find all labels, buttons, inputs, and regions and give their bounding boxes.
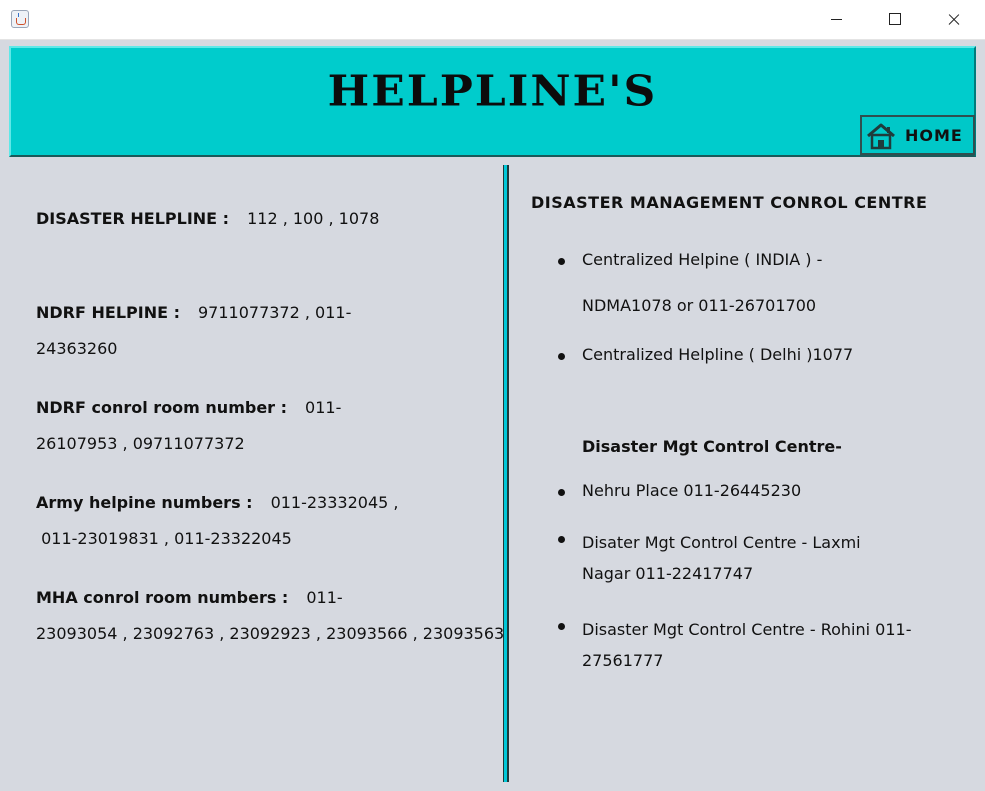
item-text-continued: NDMA1078 or 011-26701700 bbox=[582, 296, 817, 315]
item-text-continued: Nagar 011-22417747 bbox=[582, 564, 754, 583]
bullet-icon bbox=[558, 353, 565, 360]
list-item: Army helpine numbers : 011-23332045 , 011… bbox=[36, 485, 506, 557]
entry-value: 112 , 100 , 1078 bbox=[247, 209, 380, 228]
panel-divider bbox=[503, 165, 509, 782]
item-text-continued: 27561777 bbox=[582, 651, 664, 670]
subheading: Disaster Mgt Control Centre- bbox=[582, 437, 842, 456]
list-item: Nehru Place 011-26445230 bbox=[582, 480, 932, 502]
entry-value-continued: 011-23019831 , 011-23322045 bbox=[36, 529, 292, 548]
entry-value: 011- bbox=[306, 588, 343, 607]
list-item: Disaster Mgt Control Centre - Rohini 011… bbox=[582, 614, 932, 676]
entry-label: NDRF conrol room number : bbox=[36, 398, 288, 417]
bullet-icon bbox=[558, 258, 565, 265]
maximize-button[interactable] bbox=[866, 0, 924, 39]
item-text: Nehru Place 011-26445230 bbox=[582, 481, 802, 500]
title-bar bbox=[0, 0, 985, 40]
section-title: DISASTER MANAGEMENT CONROL CENTRE bbox=[531, 193, 928, 212]
entry-value: 011-23332045 , bbox=[270, 493, 399, 512]
item-text: Centralized Helpine ( INDIA ) - bbox=[582, 250, 823, 269]
entry-label: NDRF HELPINE : bbox=[36, 303, 180, 322]
list-item: MHA conrol room numbers : 011- 23093054 ,… bbox=[36, 580, 506, 652]
list-item: Centralized Helpine ( INDIA ) - NDMA1078… bbox=[582, 249, 932, 317]
list-item: NDRF HELPINE : 9711077372 , 011- 24363260 bbox=[36, 295, 506, 367]
home-button[interactable]: HOME bbox=[860, 115, 975, 155]
entry-value-continued: 26107953 , 09711077372 bbox=[36, 434, 245, 453]
close-button[interactable] bbox=[924, 0, 982, 39]
entry-value-continued: 23093054 , 23092763 , 23092923 , 2309356… bbox=[36, 624, 505, 643]
entry-value: 011- bbox=[305, 398, 342, 417]
bullet-icon bbox=[558, 536, 565, 543]
entry-label: Army helpine numbers : bbox=[36, 493, 253, 512]
list-item: NDRF conrol room number : 011- 26107953 ,… bbox=[36, 390, 506, 462]
list-item: DISASTER HELPLINE : 112 , 100 , 1078 bbox=[36, 201, 506, 237]
entry-label: DISASTER HELPLINE : bbox=[36, 209, 230, 228]
page-title: HELPLINE'S bbox=[327, 67, 658, 116]
list-item: Centralized Helpline ( Delhi )1077 bbox=[582, 344, 932, 366]
item-text: Disaster Mgt Control Centre - Rohini 011… bbox=[582, 620, 912, 639]
home-icon bbox=[867, 123, 895, 150]
item-text: Disater Mgt Control Centre - Laxmi bbox=[582, 533, 861, 552]
item-text: Centralized Helpline ( Delhi )1077 bbox=[582, 345, 854, 364]
list-item: Disater Mgt Control Centre - Laxmi Nagar… bbox=[582, 527, 932, 589]
bullet-icon bbox=[558, 623, 565, 630]
entry-label: MHA conrol room numbers : bbox=[36, 588, 289, 607]
header-banner: HELPLINE'S HOME bbox=[9, 46, 976, 157]
entry-value-continued: 24363260 bbox=[36, 339, 118, 358]
bullet-icon bbox=[558, 489, 565, 496]
home-button-label: HOME bbox=[905, 126, 963, 145]
entry-value: 9711077372 , 011- bbox=[197, 303, 352, 322]
minimize-button[interactable] bbox=[808, 0, 866, 39]
java-cup-icon bbox=[11, 10, 29, 28]
app-window: HELPLINE'S HOME DISASTER HELPLINE : 112 ,… bbox=[0, 0, 985, 791]
